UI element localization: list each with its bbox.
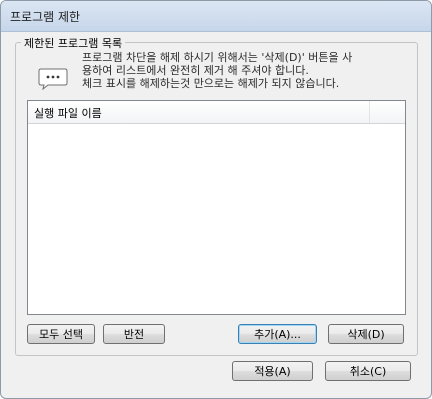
column-header-filler <box>370 101 405 123</box>
info-message: 프로그램 차단을 해제 하시기 위해서는 '삭제(D)' 버튼을 사 용하여 리… <box>82 51 408 90</box>
apply-button[interactable]: 적용(A) <box>232 361 313 381</box>
dialog-body: 제한된 프로그램 목록 프로그램 차단을 해제 하시기 위해서는 '삭제(D)'… <box>7 32 425 392</box>
program-list[interactable]: 실행 파일 이름 <box>27 100 406 315</box>
add-button[interactable]: 추가(A)... <box>238 324 317 344</box>
select-all-button[interactable]: 모두 선택 <box>27 324 95 344</box>
delete-button[interactable]: 삭제(D) <box>328 324 404 344</box>
column-header-executable-name[interactable]: 실행 파일 이름 <box>28 101 370 123</box>
cancel-button[interactable]: 취소(C) <box>325 361 411 381</box>
program-restriction-dialog: 프로그램 제한 제한된 프로그램 목록 프로그램 차단을 해제 하시기 위해서는… <box>0 0 432 399</box>
info-line: 체크 표시를 해제하는것 만으로는 해제가 되지 않습니다. <box>82 77 340 90</box>
restricted-programs-group: 제한된 프로그램 목록 프로그램 차단을 해제 하시기 위해서는 '삭제(D)'… <box>15 35 418 356</box>
speech-bubble-icon <box>38 68 68 90</box>
info-line: 프로그램 차단을 해제 하시기 위해서는 '삭제(D)' 버튼을 사 <box>82 51 353 64</box>
title-bar[interactable]: 프로그램 제한 <box>1 1 431 32</box>
window-title: 프로그램 제한 <box>10 10 81 24</box>
column-header-label: 실행 파일 이름 <box>34 107 102 120</box>
group-title: 제한된 프로그램 목록 <box>21 35 126 51</box>
invert-selection-button[interactable]: 반전 <box>103 324 165 344</box>
list-header: 실행 파일 이름 <box>28 101 405 124</box>
info-line: 용하여 리스트에서 완전히 제거 해 주셔야 합니다. <box>82 64 309 77</box>
